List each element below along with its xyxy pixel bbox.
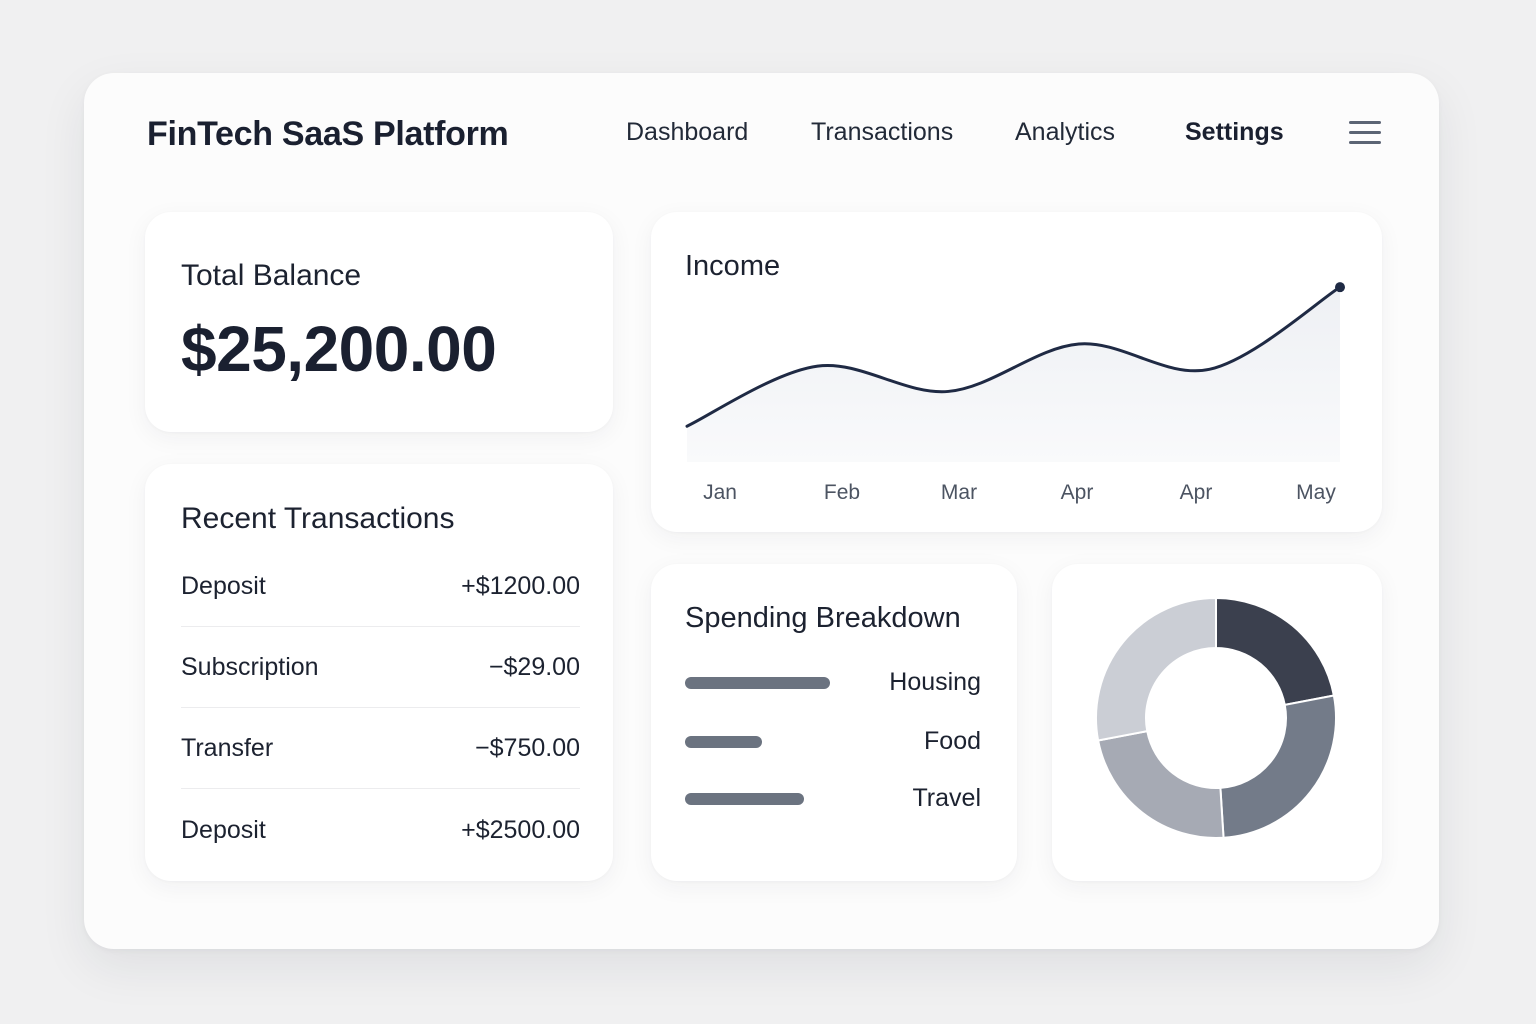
app-window: FinTech SaaS Platform Dashboard Transact… bbox=[84, 73, 1439, 949]
hamburger-menu-icon[interactable] bbox=[1349, 120, 1383, 146]
income-card: Income Jan Feb Mar Apr Apr May bbox=[651, 212, 1382, 532]
transaction-name: Deposit bbox=[181, 816, 266, 844]
donut-slice[interactable] bbox=[1215, 596, 1336, 707]
transaction-name: Transfer bbox=[181, 734, 274, 762]
x-tick-label: Jan bbox=[703, 481, 737, 504]
spending-donut-chart bbox=[1095, 596, 1337, 839]
transactions-title: Recent Transactions bbox=[181, 502, 455, 535]
spending-card: Spending Breakdown Housing Food Travel bbox=[651, 564, 1017, 881]
balance-title: Total Balance bbox=[181, 259, 362, 292]
x-tick-label: Apr bbox=[1180, 481, 1213, 504]
donut-slice[interactable] bbox=[1095, 596, 1217, 742]
nav-dashboard[interactable]: Dashboard bbox=[626, 118, 748, 147]
spending-row[interactable]: Food bbox=[685, 723, 981, 763]
spending-title: Spending Breakdown bbox=[685, 602, 961, 634]
transaction-name: Deposit bbox=[181, 572, 266, 600]
transaction-row[interactable]: Deposit +$2500.00 bbox=[181, 790, 580, 871]
spending-label: Travel bbox=[912, 784, 981, 812]
spending-bar bbox=[685, 793, 804, 805]
nav-analytics[interactable]: Analytics bbox=[1015, 118, 1115, 147]
spending-bar bbox=[685, 736, 762, 748]
transactions-card: Recent Transactions Deposit +$1200.00 Su… bbox=[145, 464, 613, 881]
income-last-point[interactable] bbox=[1335, 282, 1345, 293]
transaction-amount: +$1200.00 bbox=[461, 572, 580, 600]
spending-label: Food bbox=[924, 727, 981, 755]
donut-slice[interactable] bbox=[1219, 694, 1337, 839]
x-tick-label: Feb bbox=[824, 481, 860, 504]
balance-value: $25,200.00 bbox=[181, 313, 497, 385]
transaction-amount: −$750.00 bbox=[475, 734, 580, 762]
transaction-name: Subscription bbox=[181, 653, 319, 681]
x-tick-label: Apr bbox=[1061, 481, 1094, 504]
x-tick-label: Mar bbox=[941, 481, 977, 504]
transaction-amount: +$2500.00 bbox=[461, 816, 580, 844]
transaction-row[interactable]: Deposit +$1200.00 bbox=[181, 546, 580, 627]
spending-row[interactable]: Housing bbox=[685, 664, 981, 704]
spending-row[interactable]: Travel bbox=[685, 780, 981, 820]
balance-card: Total Balance $25,200.00 bbox=[145, 212, 613, 432]
spending-label: Housing bbox=[889, 668, 981, 696]
transaction-row[interactable]: Subscription −$29.00 bbox=[181, 627, 580, 708]
spending-bar bbox=[685, 677, 830, 689]
nav-settings[interactable]: Settings bbox=[1185, 118, 1284, 147]
x-tick-label: May bbox=[1296, 481, 1336, 504]
nav-transactions[interactable]: Transactions bbox=[811, 118, 953, 147]
income-chart: Jan Feb Mar Apr Apr May bbox=[685, 282, 1345, 504]
app-title: FinTech SaaS Platform bbox=[147, 115, 509, 153]
donut-slice[interactable] bbox=[1096, 729, 1225, 839]
transaction-amount: −$29.00 bbox=[488, 653, 580, 681]
donut-card bbox=[1052, 564, 1382, 881]
transaction-row[interactable]: Transfer −$750.00 bbox=[181, 708, 580, 789]
